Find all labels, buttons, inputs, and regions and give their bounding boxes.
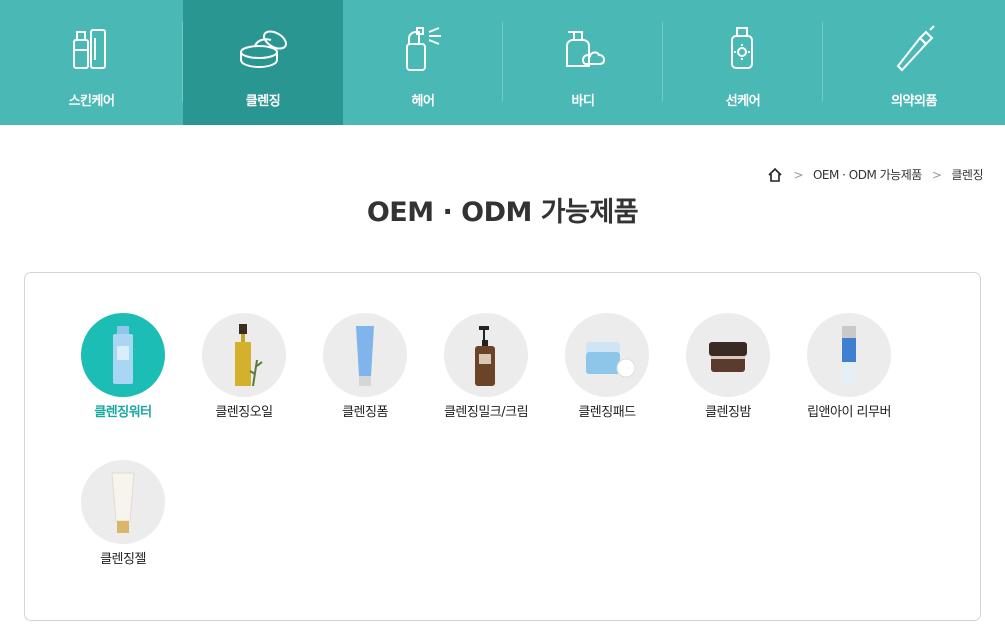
- product-thumbnail: [807, 313, 891, 397]
- product-label: 클렌징젤: [100, 552, 146, 567]
- product-cleansing-foam[interactable]: 클렌징폼: [315, 313, 415, 419]
- breadcrumb: > OEM · ODM 가능제품 > 클렌징: [767, 166, 983, 183]
- product-thumbnail: [81, 313, 165, 397]
- chevron-right-icon: >: [931, 167, 942, 182]
- product-label: 클렌징밀크/크림: [443, 405, 529, 420]
- home-icon[interactable]: [767, 167, 783, 183]
- skincare-bottles-icon: [64, 20, 120, 76]
- product-lip-eye-remover[interactable]: 립앤아이 리무버: [799, 313, 899, 419]
- nav-item-skincare[interactable]: 스킨케어: [0, 0, 183, 125]
- product-list: 클렌징워터 클렌징오일 클렌징폼 클렌징밀크/크림 클렌징패드 클렌징밤 립앤아…: [24, 272, 981, 621]
- product-thumbnail: [444, 313, 528, 397]
- product-cleansing-oil[interactable]: 클렌징오일: [194, 313, 294, 419]
- nav-item-cleansing[interactable]: 클렌징: [183, 0, 343, 125]
- product-label: 클렌징폼: [342, 405, 388, 420]
- product-label: 립앤아이 리무버: [807, 405, 891, 420]
- chevron-right-icon: >: [793, 167, 803, 182]
- product-label: 클렌징패드: [578, 405, 636, 420]
- nav-label: 클렌징: [245, 94, 281, 109]
- ointment-tube-icon: [886, 20, 942, 76]
- category-nav: 스킨케어 클렌징 헤어 바디 선케어 의약외품: [0, 0, 1005, 125]
- sunscreen-icon: [715, 20, 771, 76]
- breadcrumb-cleansing[interactable]: 클렌징: [951, 166, 983, 183]
- product-cleansing-gel[interactable]: 클렌징젤: [73, 460, 173, 566]
- nav-label: 헤어: [411, 94, 435, 109]
- product-thumbnail: [565, 313, 649, 397]
- product-label: 클렌징오일: [215, 405, 273, 420]
- product-label: 클렌징밤: [705, 405, 751, 420]
- product-cleansing-milk-cream[interactable]: 클렌징밀크/크림: [436, 313, 536, 419]
- cream-jar-icon: [235, 20, 291, 76]
- nav-label: 선케어: [725, 94, 761, 109]
- product-label: 클렌징워터: [94, 405, 152, 420]
- nav-label: 바디: [571, 94, 595, 109]
- product-cleansing-water[interactable]: 클렌징워터: [73, 313, 173, 419]
- product-thumbnail: [686, 313, 770, 397]
- product-cleansing-balm[interactable]: 클렌징밤: [678, 313, 778, 419]
- nav-label: 의약외품: [891, 94, 937, 109]
- spray-bottle-icon: [395, 20, 451, 76]
- product-thumbnail: [202, 313, 286, 397]
- product-thumbnail: [323, 313, 407, 397]
- nav-item-body[interactable]: 바디: [503, 0, 663, 125]
- nav-label: 스킨케어: [68, 94, 115, 109]
- breadcrumb-oem-odm[interactable]: OEM · ODM 가능제품: [813, 166, 922, 183]
- pump-bottle-icon: [555, 20, 611, 76]
- nav-item-hair[interactable]: 헤어: [343, 0, 503, 125]
- page-title: OEM · ODM 가능제품: [366, 197, 639, 228]
- product-thumbnail: [81, 460, 165, 544]
- nav-item-suncare[interactable]: 선케어: [663, 0, 823, 125]
- nav-item-quasi-drugs[interactable]: 의약외품: [823, 0, 1005, 125]
- product-cleansing-pad[interactable]: 클렌징패드: [557, 313, 657, 419]
